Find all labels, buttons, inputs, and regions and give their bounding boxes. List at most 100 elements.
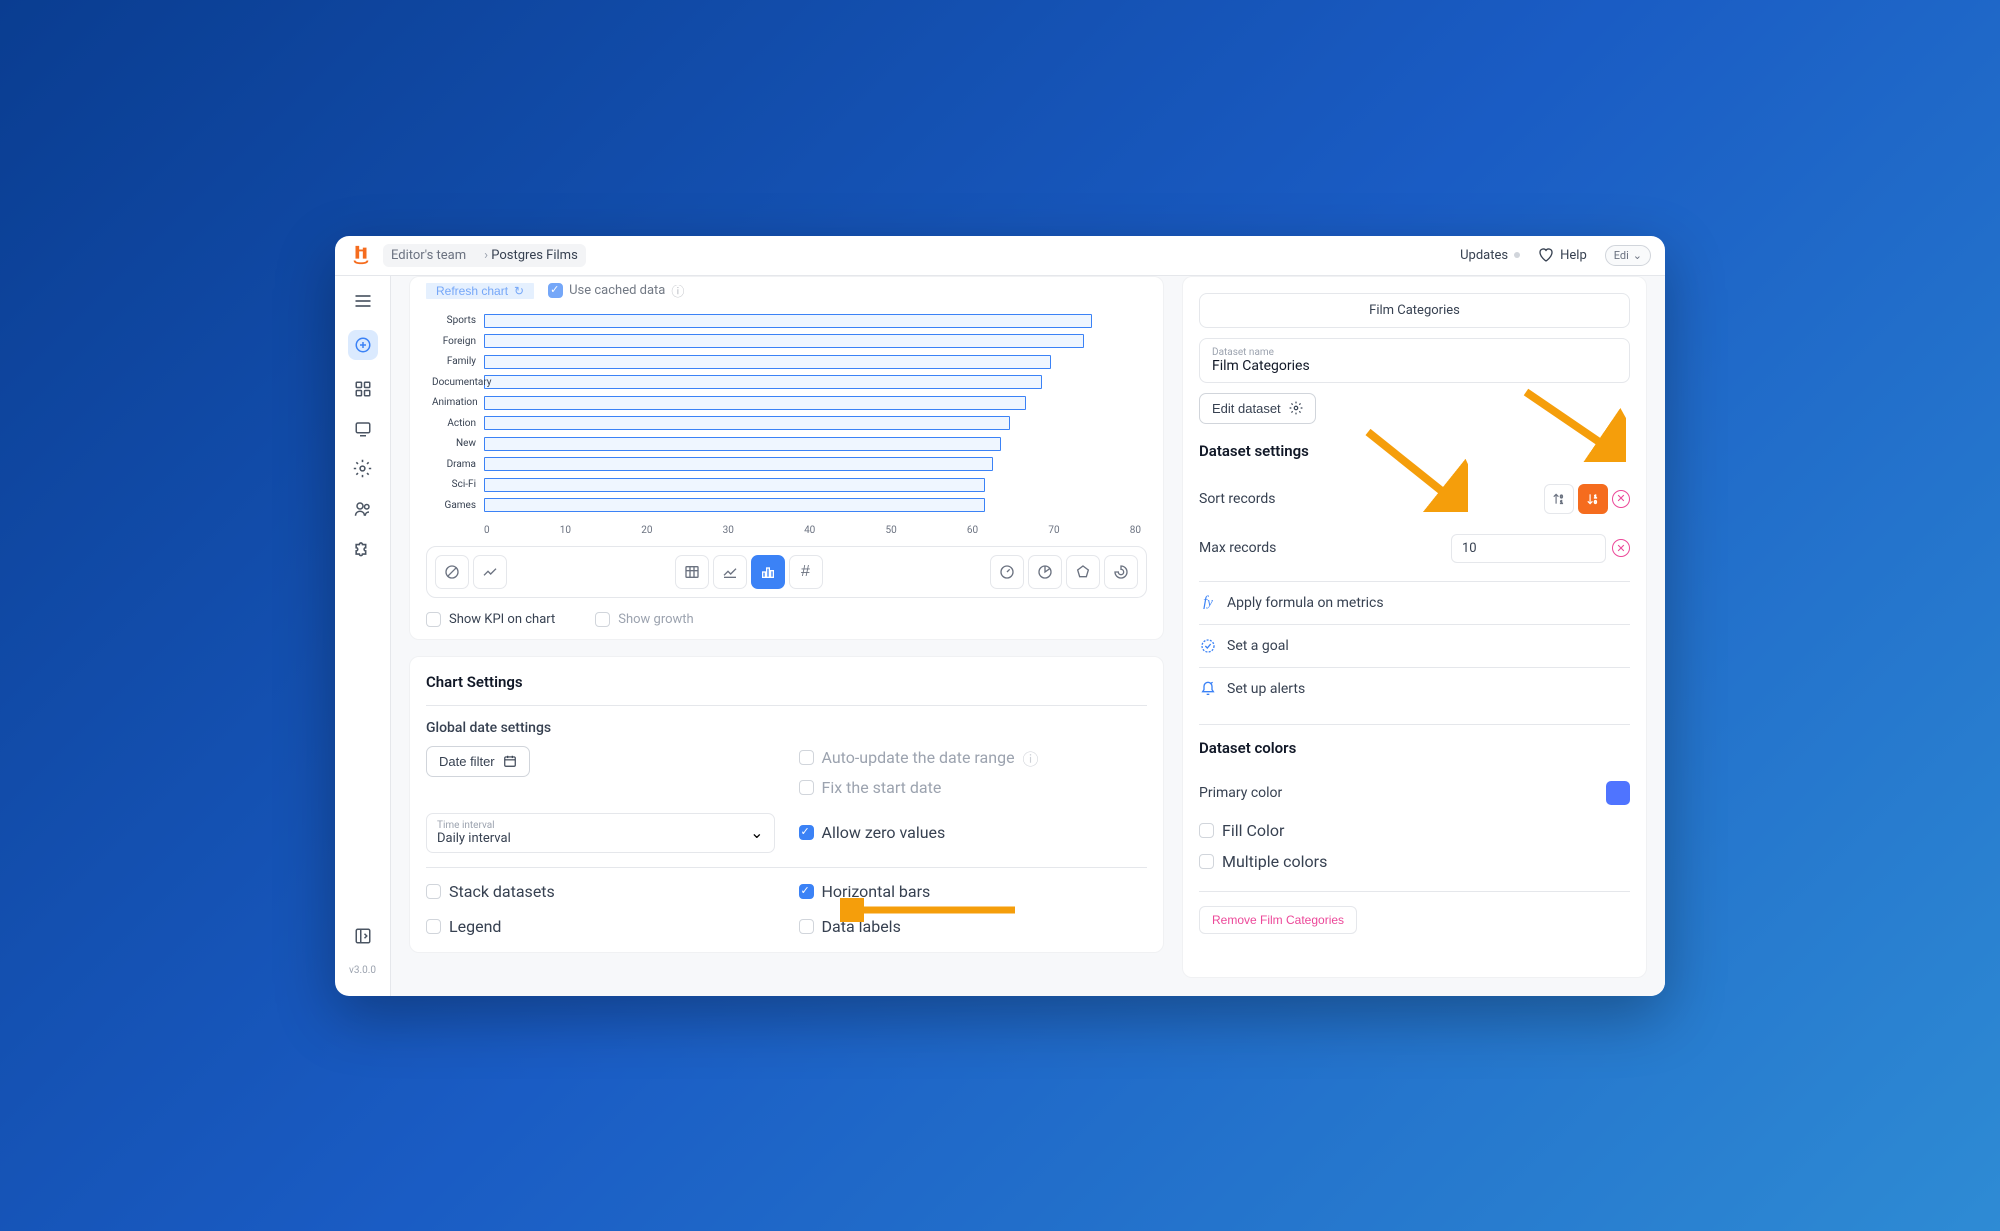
updates-link[interactable]: Updates <box>1460 248 1520 263</box>
sort-desc-button[interactable]: 10 <box>1578 484 1608 514</box>
goal-icon <box>1199 637 1217 655</box>
chart-type-table[interactable] <box>675 555 709 589</box>
show-growth-checkbox: Show growth <box>595 612 693 627</box>
sort-records-row: Sort records 01 10 ✕ <box>1199 474 1630 524</box>
menu-icon[interactable] <box>352 290 374 312</box>
multiple-colors-checkbox[interactable]: Multiple colors <box>1199 846 1630 877</box>
checkbox-icon <box>799 884 814 899</box>
use-cached-checkbox[interactable]: Use cached data ⓘ <box>548 283 684 299</box>
chart-bar-row: Foreign <box>484 331 1141 352</box>
calendar-icon <box>503 754 517 768</box>
gear-icon[interactable] <box>352 458 374 480</box>
auto-update-checkbox: Auto-update the date range ⓘ <box>799 746 1148 770</box>
chart-type-pie[interactable] <box>1028 555 1062 589</box>
fix-start-label: Fix the start date <box>822 778 942 797</box>
apply-formula-link[interactable]: fy Apply formula on metrics <box>1199 581 1630 624</box>
legend-checkbox[interactable]: Legend <box>426 917 775 936</box>
dataset-colors-title: Dataset colors <box>1199 739 1630 757</box>
set-alerts-label: Set up alerts <box>1227 681 1305 697</box>
dataset-name-label: Dataset name <box>1212 347 1617 358</box>
x-tick: 0 <box>484 525 490 536</box>
cached-label: Use cached data <box>569 283 665 298</box>
breadcrumb-team[interactable]: Editor's team <box>383 244 474 267</box>
bar <box>484 416 1010 430</box>
dataset-name-value: Film Categories <box>1212 358 1617 374</box>
auto-update-label: Auto-update the date range <box>822 748 1015 767</box>
bar <box>484 457 993 471</box>
app-logo-icon <box>349 243 373 267</box>
bar <box>484 375 1042 389</box>
content: Refresh chart ↻ Use cached data ⓘ Sports… <box>391 276 1665 996</box>
checkbox-icon <box>1199 823 1214 838</box>
bar <box>484 478 985 492</box>
remove-max-button[interactable]: ✕ <box>1612 539 1630 557</box>
dataset-tab[interactable]: Film Categories <box>1199 293 1630 328</box>
primary-color-swatch[interactable] <box>1606 781 1630 805</box>
bar-category-label: Sports <box>432 315 482 326</box>
chart-type-selector: # <box>426 546 1147 598</box>
set-goal-label: Set a goal <box>1227 638 1289 654</box>
data-labels-checkbox[interactable]: Data labels <box>799 917 1148 936</box>
chart-type-radar[interactable] <box>1066 555 1100 589</box>
chart-type-donut[interactable] <box>1104 555 1138 589</box>
chart-type-bar[interactable] <box>751 555 785 589</box>
app-window: Editor's team › Postgres Films Updates H… <box>335 236 1665 996</box>
x-tick: 50 <box>885 525 896 536</box>
time-interval-select[interactable]: Time interval Daily interval ⌄ <box>426 813 775 853</box>
bar-category-label: Foreign <box>432 336 482 347</box>
add-button[interactable] <box>348 330 378 360</box>
legend-label: Legend <box>449 917 501 936</box>
checkbox-icon <box>595 612 610 627</box>
monitor-icon[interactable] <box>352 418 374 440</box>
chart-bar-row: Sci-Fi <box>484 475 1141 496</box>
checkbox-icon <box>799 919 814 934</box>
top-bar: Editor's team › Postgres Films Updates H… <box>335 236 1665 276</box>
refresh-label: Refresh chart <box>436 284 508 298</box>
dataset-name-input[interactable]: Dataset name Film Categories <box>1199 338 1630 383</box>
bar <box>484 314 1092 328</box>
help-link[interactable]: Help <box>1538 247 1587 263</box>
refresh-chart-button[interactable]: Refresh chart ↻ <box>426 283 534 299</box>
checkbox-icon <box>799 750 814 765</box>
formula-icon: fy <box>1199 594 1217 612</box>
fill-color-label: Fill Color <box>1222 821 1284 840</box>
stack-datasets-checkbox[interactable]: Stack datasets <box>426 882 775 901</box>
remove-sort-button[interactable]: ✕ <box>1612 490 1630 508</box>
chart-type-gauge[interactable] <box>990 555 1024 589</box>
allow-zero-checkbox[interactable]: Allow zero values <box>799 813 1148 853</box>
puzzle-icon[interactable] <box>352 538 374 560</box>
remove-dataset-button[interactable]: Remove Film Categories <box>1199 906 1357 934</box>
max-records-input[interactable]: 10 <box>1451 534 1606 563</box>
horizontal-bars-checkbox[interactable]: Horizontal bars <box>799 882 1148 901</box>
chart-panel: Refresh chart ↻ Use cached data ⓘ Sports… <box>409 276 1164 640</box>
x-axis: 01020304050607080 <box>484 525 1141 536</box>
user-menu[interactable]: Edi ⌄ <box>1605 245 1651 266</box>
chart-type-area[interactable] <box>713 555 747 589</box>
checkbox-icon <box>426 884 441 899</box>
data-labels-label: Data labels <box>822 917 901 936</box>
max-records-row: Max records 10 ✕ <box>1199 524 1630 573</box>
fill-color-checkbox[interactable]: Fill Color <box>1199 815 1630 846</box>
sort-asc-button[interactable]: 01 <box>1544 484 1574 514</box>
date-filter-button[interactable]: Date filter <box>426 746 530 777</box>
left-column: Refresh chart ↻ Use cached data ⓘ Sports… <box>409 276 1164 978</box>
fix-start-checkbox: Fix the start date <box>799 778 1148 797</box>
edit-dataset-button[interactable]: Edit dataset <box>1199 393 1316 424</box>
breadcrumb-project[interactable]: › Postgres Films <box>470 244 586 267</box>
chart-type-none[interactable] <box>435 555 469 589</box>
collapse-icon[interactable] <box>352 925 374 947</box>
set-alerts-link[interactable]: Set up alerts <box>1199 667 1630 710</box>
chart-bar-row: New <box>484 434 1141 455</box>
show-kpi-checkbox[interactable]: Show KPI on chart <box>426 612 555 627</box>
users-icon[interactable] <box>352 498 374 520</box>
global-date-title: Global date settings <box>426 720 1147 736</box>
dashboard-icon[interactable] <box>352 378 374 400</box>
set-goal-link[interactable]: Set a goal <box>1199 624 1630 667</box>
chart-type-line[interactable] <box>473 555 507 589</box>
sort-records-label: Sort records <box>1199 491 1276 507</box>
top-right: Updates Help Edi ⌄ <box>1460 245 1651 266</box>
chart-area: SportsForeignFamilyDocumentaryAnimationA… <box>426 311 1147 536</box>
breadcrumb-project-label: Postgres Films <box>491 248 578 263</box>
allow-zero-label: Allow zero values <box>822 823 946 842</box>
chart-type-number[interactable]: # <box>789 555 823 589</box>
